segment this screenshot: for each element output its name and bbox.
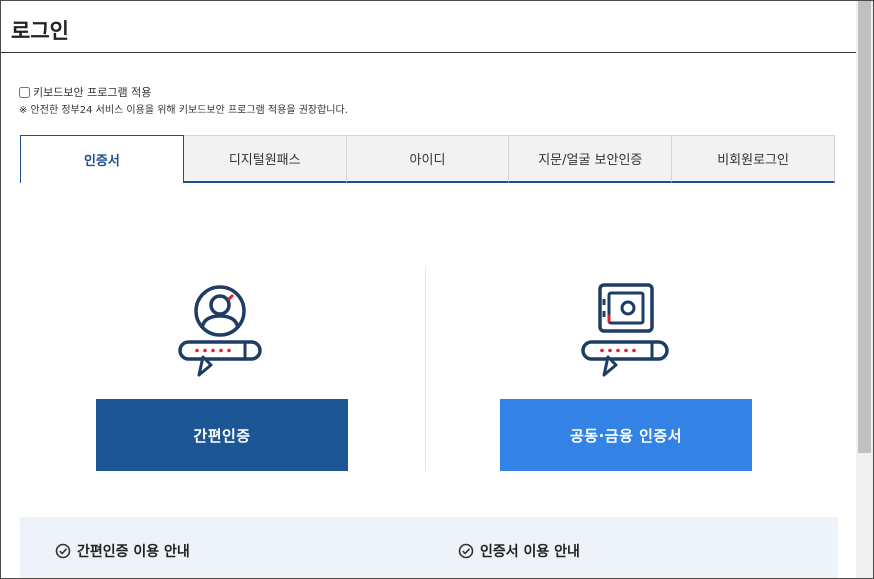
login-method-tabs: 인증서 디지털원패스 아이디 지문/얼굴 보안인증 비회원로그인 bbox=[20, 135, 835, 183]
keyboard-security-label: 키보드보안 프로그램 적용 bbox=[33, 86, 152, 99]
keyboard-security-notice: ※ 안전한 정부24 서비스 이용을 위해 키보드보안 프로그램 적용을 권장합… bbox=[19, 105, 348, 116]
keyboard-security-option[interactable]: 키보드보안 프로그램 적용 bbox=[19, 84, 151, 100]
tab-certificate[interactable]: 인증서 bbox=[20, 135, 184, 183]
tab-biometric[interactable]: 지문/얼굴 보안인증 bbox=[509, 135, 673, 183]
check-circle-icon bbox=[458, 543, 474, 559]
cert-guide-label: 인증서 이용 안내 bbox=[480, 544, 580, 560]
joint-financial-cert-button[interactable]: 공동·금융 인증서 bbox=[500, 399, 752, 471]
tab-digital-onepass[interactable]: 디지털원패스 bbox=[183, 135, 347, 183]
option-divider bbox=[425, 267, 426, 471]
title-divider bbox=[1, 52, 858, 53]
easy-auth-guide-link[interactable]: 간편인증 이용 안내 bbox=[55, 541, 190, 561]
tab-id[interactable]: 아이디 bbox=[346, 135, 510, 183]
cert-guide-link[interactable]: 인증서 이용 안내 bbox=[458, 541, 580, 561]
vertical-scrollbar[interactable] bbox=[856, 1, 873, 578]
keyboard-security-checkbox[interactable] bbox=[19, 86, 30, 98]
check-circle-icon bbox=[55, 543, 71, 559]
easy-auth-button[interactable]: 간편인증 bbox=[96, 399, 348, 471]
tab-non-member[interactable]: 비회원로그인 bbox=[672, 135, 835, 183]
safe-password-icon bbox=[581, 283, 669, 377]
person-password-icon bbox=[178, 285, 262, 377]
login-page: 로그인 키보드보안 프로그램 적용 ※ 안전한 정부24 서비스 이용을 위해 … bbox=[0, 0, 874, 579]
easy-auth-guide-label: 간편인증 이용 안내 bbox=[77, 544, 190, 560]
scrollbar-thumb[interactable] bbox=[858, 1, 871, 453]
page-title: 로그인 bbox=[11, 19, 69, 43]
